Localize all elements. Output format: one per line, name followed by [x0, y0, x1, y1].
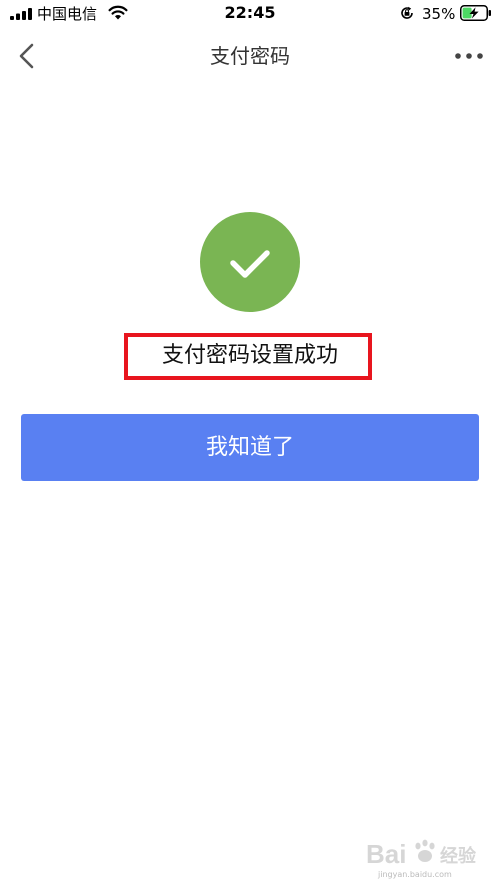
got-it-button[interactable]: 我知道了	[21, 414, 479, 481]
status-bar: 中国电信 22:45 35%	[0, 0, 500, 30]
more-options-button[interactable]	[452, 44, 486, 68]
svg-text:Bai: Bai	[366, 839, 406, 869]
watermark-domain: jingyan.baidu.com	[378, 870, 452, 879]
rotation-lock-icon	[401, 6, 413, 19]
success-indicator	[200, 212, 300, 312]
battery-percent: 35%	[422, 5, 456, 23]
success-message: 支付密码设置成功	[161, 343, 338, 368]
baidu-paw-logo: Bai 经验	[366, 839, 477, 869]
baidu-jingyan-watermark: Bai 经验 jingyan.baidu.com	[360, 836, 490, 882]
more-dots-icon	[455, 53, 483, 59]
navigation-bar: 支付密码	[0, 30, 500, 82]
svg-text:经验: 经验	[440, 845, 477, 867]
battery-charging-icon	[460, 5, 491, 21]
checkmark-icon	[230, 250, 270, 278]
page-title: 支付密码	[210, 44, 290, 68]
